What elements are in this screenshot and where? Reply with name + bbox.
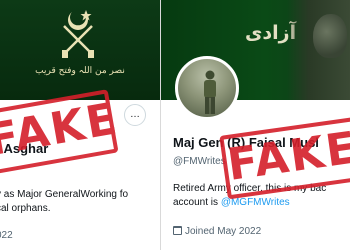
joined-date: 022 — [0, 230, 13, 241]
calendar-icon — [173, 226, 182, 235]
more-options-button[interactable]: … — [124, 104, 146, 126]
bio-line: y as Major GeneralWorking fo — [0, 189, 129, 200]
fake-stamp: FAKE — [219, 116, 350, 200]
left-profile-card: نصر من اللہ وفتح قریب … ) Asghar y as Ma… — [0, 0, 160, 250]
joined-date-text: Joined May 2022 — [185, 226, 262, 237]
army-emblem-icon — [62, 10, 94, 58]
avatar[interactable] — [175, 56, 239, 120]
bio-line: cal orphans. — [0, 203, 51, 214]
joined-date: Joined May 2022 — [173, 226, 261, 237]
user-handle[interactable]: @FMWrites — [173, 156, 226, 167]
right-profile-card: آزادی Maj Gen (R) Faisal Musl @FMWrites … — [161, 0, 350, 250]
bio-text: account is — [173, 197, 221, 208]
banner-portrait-head — [313, 14, 347, 58]
banner-motto: نصر من اللہ وفتح قریب — [35, 66, 125, 76]
left-profile-banner: نصر من اللہ وفتح قریب — [0, 0, 160, 100]
fake-stamp: FAKE — [0, 89, 122, 175]
soldier-figure-icon — [204, 70, 216, 114]
